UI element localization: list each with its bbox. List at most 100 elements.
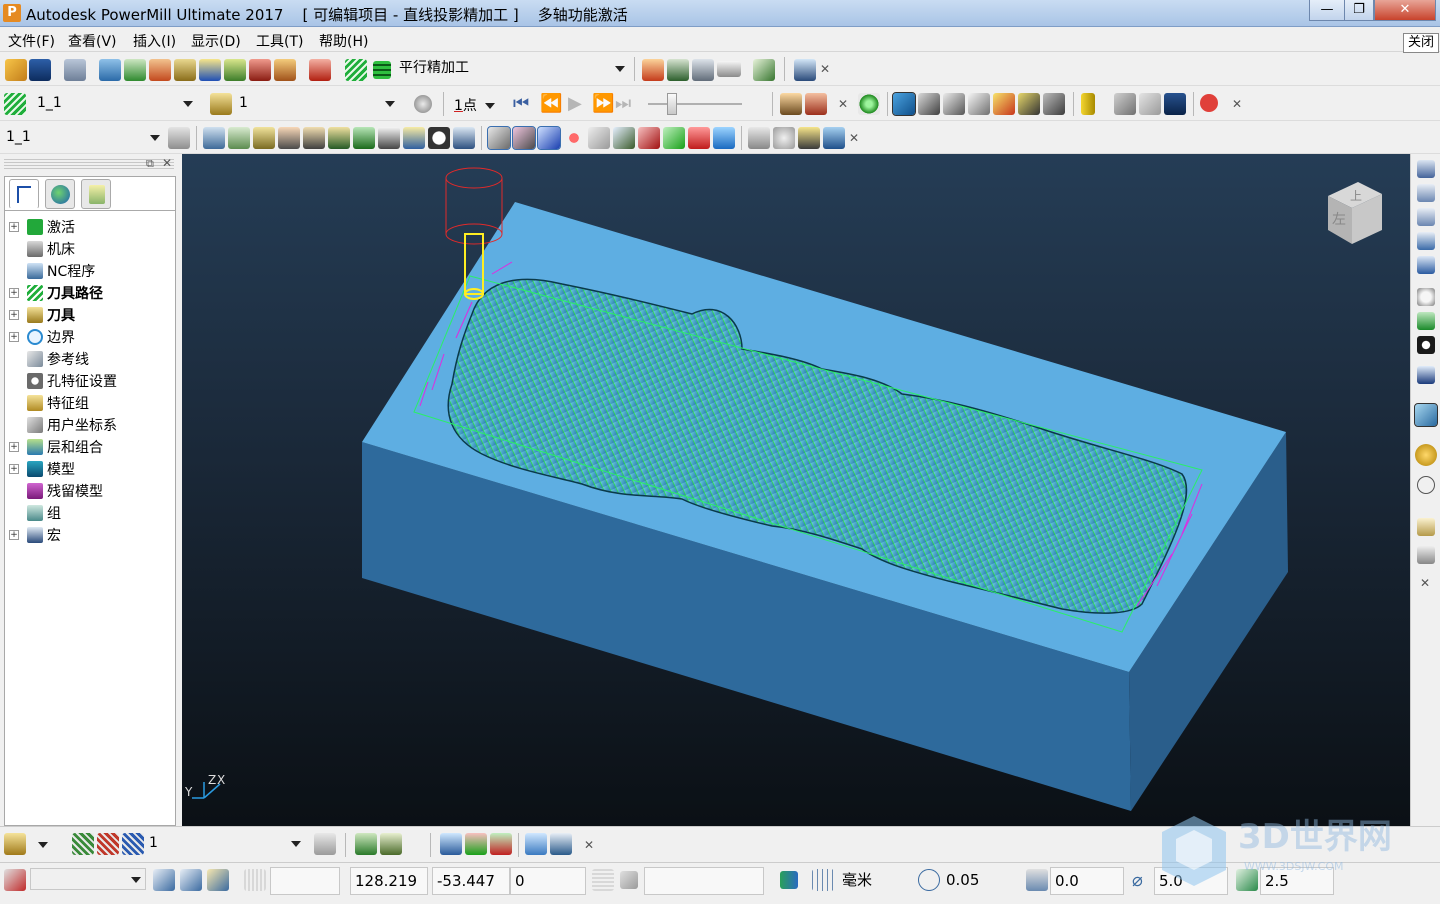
contact-boundary-icon[interactable]: [537, 126, 561, 150]
magnet-tool-icon[interactable]: [4, 833, 26, 855]
toolbar-close-icon[interactable]: ✕: [820, 62, 830, 76]
workplane-status-icon[interactable]: [4, 869, 26, 891]
simulation-record-icon[interactable]: [805, 93, 827, 115]
panel-restore-icon[interactable]: ⧉: [146, 157, 154, 171]
floppy-icon[interactable]: [1164, 93, 1186, 115]
rainbow-shading-icon[interactable]: [943, 93, 965, 115]
units-toggle-icon[interactable]: [780, 871, 798, 889]
step-back-icon[interactable]: ⏪: [540, 93, 562, 114]
machine-view-icon[interactable]: [1114, 93, 1136, 115]
offset-icon[interactable]: [253, 127, 275, 149]
view-left-icon[interactable]: [1417, 232, 1435, 250]
measure-icon[interactable]: [717, 61, 741, 77]
reset-view-icon[interactable]: [1043, 93, 1065, 115]
area-boundary-icon[interactable]: [487, 126, 511, 150]
verify-icon[interactable]: [642, 59, 664, 81]
simulation-status-icon[interactable]: [858, 93, 880, 115]
expand-icon[interactable]: +: [9, 530, 19, 540]
constant-z-icon[interactable]: [278, 127, 300, 149]
leads-links-icon[interactable]: [174, 59, 196, 81]
tool-list-selector[interactable]: 1: [145, 833, 305, 855]
sheet-icon[interactable]: [378, 127, 400, 149]
rapid-move-icon[interactable]: [124, 59, 146, 81]
save-sim-icon[interactable]: [1139, 93, 1161, 115]
workplane-icon[interactable]: [168, 127, 190, 149]
toolpath-pencil-icon[interactable]: [380, 833, 402, 855]
thickness-field[interactable]: 0.0: [1050, 867, 1124, 895]
toolbar-close-icon[interactable]: ✕: [584, 838, 594, 852]
view-top-icon[interactable]: [1417, 160, 1435, 178]
print-icon[interactable]: [64, 59, 86, 81]
expand-icon[interactable]: +: [9, 288, 19, 298]
skip-to-start-icon[interactable]: ⏮: [513, 93, 529, 114]
workplane-selector[interactable]: 1_1: [2, 127, 164, 149]
rest-boundary-icon[interactable]: [613, 127, 635, 149]
expand-icon[interactable]: +: [9, 222, 19, 232]
expand-icon[interactable]: +: [9, 464, 19, 474]
block-edit-icon[interactable]: [180, 869, 202, 891]
toolbar-close-icon[interactable]: ✕: [838, 97, 848, 111]
speed-slider-thumb[interactable]: [667, 93, 677, 115]
steep-shallow-icon[interactable]: [303, 127, 325, 149]
bulb-boundary-icon[interactable]: [773, 127, 795, 149]
model-view[interactable]: 上 左 Z X Y: [182, 154, 1410, 826]
toolbar-close-icon[interactable]: ✕: [849, 131, 859, 145]
grid-icon[interactable]: [244, 869, 266, 891]
expand-icon[interactable]: +: [9, 442, 19, 452]
tool-holder-icon[interactable]: [1081, 93, 1095, 115]
menu-display[interactable]: 显示(D): [191, 31, 241, 51]
block-icon[interactable]: [99, 59, 121, 81]
user-boundary-icon[interactable]: [588, 127, 610, 149]
shaded-model-icon[interactable]: [1414, 403, 1438, 427]
select-icon[interactable]: [1417, 518, 1435, 536]
copy-icon[interactable]: [403, 127, 425, 149]
tools-cross-icon[interactable]: [453, 127, 475, 149]
exit-simulation-icon[interactable]: [1200, 94, 1218, 112]
panel-close-icon[interactable]: ✕: [162, 156, 172, 170]
zoom-extents-icon[interactable]: [1417, 336, 1435, 354]
collision-boundary-icon[interactable]: [638, 127, 660, 149]
wireframe-sphere-icon[interactable]: [1417, 476, 1435, 494]
resize-view-icon[interactable]: [753, 59, 775, 81]
open-project-icon[interactable]: [5, 59, 27, 81]
speed-slider-track[interactable]: [648, 103, 742, 105]
snap-value-field[interactable]: [644, 867, 764, 895]
shaded-view-icon[interactable]: [892, 92, 916, 116]
remove-point-icon[interactable]: [490, 833, 512, 855]
expand-icon[interactable]: +: [9, 310, 19, 320]
feeds-speeds-icon[interactable]: [149, 59, 171, 81]
end-point-icon[interactable]: [224, 59, 246, 81]
simulation-open-icon[interactable]: [780, 93, 802, 115]
menu-help[interactable]: 帮助(H): [319, 31, 368, 51]
toolpath-strategy-icon[interactable]: [309, 59, 331, 81]
mesh-icon[interactable]: [823, 127, 845, 149]
tool-selector[interactable]: 1: [235, 93, 399, 115]
close-window-button[interactable]: ✕: [1374, 0, 1436, 21]
skip-to-end-icon[interactable]: ⏭: [615, 93, 631, 114]
play-icon[interactable]: ▶: [568, 93, 582, 114]
menu-file[interactable]: 文件(F): [8, 31, 55, 51]
toolbar-close-icon[interactable]: ✕: [1232, 97, 1242, 111]
view-right-icon[interactable]: [1417, 208, 1435, 226]
boolean-boundary-icon[interactable]: [713, 127, 735, 149]
save-project-icon[interactable]: [29, 59, 51, 81]
stepover-field[interactable]: 2.5: [1260, 867, 1334, 895]
step-forward-icon[interactable]: ⏩: [592, 93, 614, 114]
tool-type-3-icon[interactable]: [122, 833, 144, 855]
scissors-icon[interactable]: [550, 833, 572, 855]
grid-value-field[interactable]: [270, 867, 340, 895]
stock-boundary-icon[interactable]: [688, 127, 710, 149]
zoom-box-icon[interactable]: [1417, 366, 1435, 384]
tab-globe[interactable]: [45, 179, 75, 209]
powermill-app-icon[interactable]: P: [3, 4, 21, 22]
raster-icon[interactable]: [203, 127, 225, 149]
strategy-selector[interactable]: 平行精加工: [395, 58, 629, 80]
menu-insert[interactable]: 插入(I): [133, 31, 176, 51]
snap-icon[interactable]: [620, 871, 638, 889]
tab-explorer[interactable]: [9, 179, 39, 209]
pencil-icon[interactable]: [353, 127, 375, 149]
calculator-icon[interactable]: [692, 59, 714, 81]
menu-tools[interactable]: 工具(T): [256, 31, 303, 51]
machine-tool-icon[interactable]: [274, 59, 296, 81]
dark-shade-icon[interactable]: [1018, 93, 1040, 115]
